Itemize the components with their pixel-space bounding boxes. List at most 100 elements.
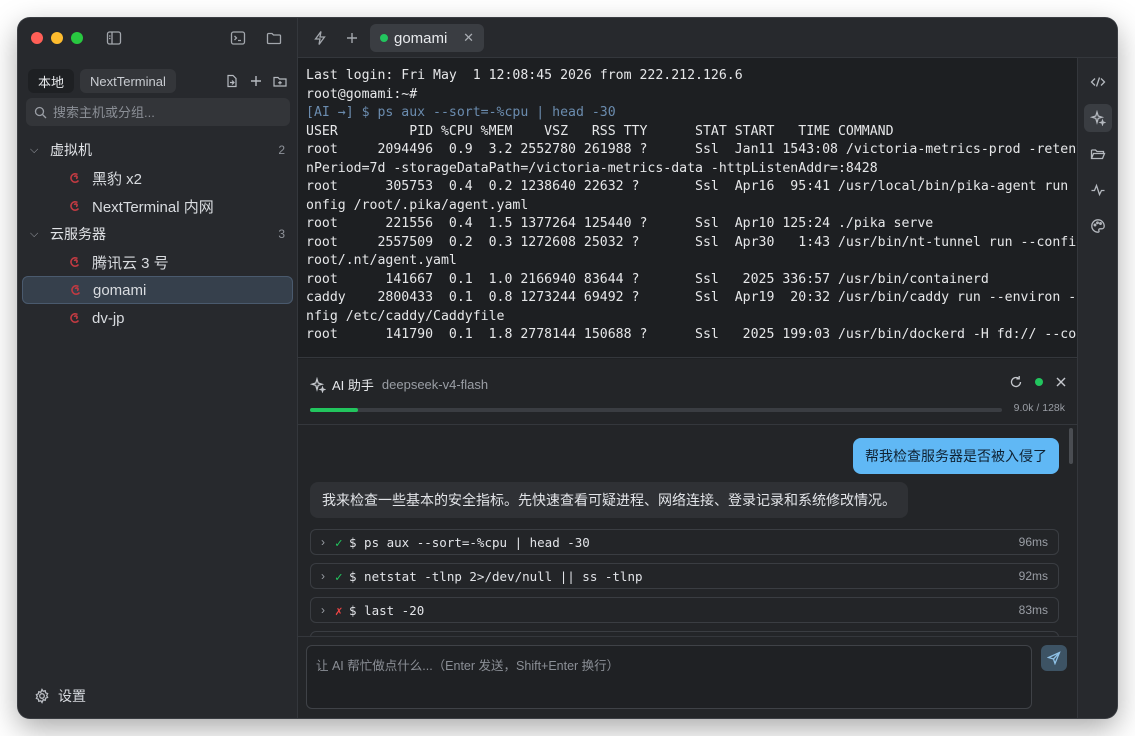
group-vm[interactable]: ⌵ 虚拟机 2 bbox=[18, 136, 297, 164]
sidebar-tabs: 本地 NextTerminal bbox=[28, 68, 287, 94]
command-text: $ netstat -tlnp 2>/dev/null || ss -tlnp bbox=[349, 568, 643, 584]
ai-prompt-input[interactable] bbox=[306, 645, 1032, 709]
host-label: 腾讯云 3 号 bbox=[92, 254, 169, 272]
send-button[interactable] bbox=[1041, 645, 1067, 671]
add-folder-icon[interactable] bbox=[273, 74, 287, 88]
group-count: 3 bbox=[278, 227, 285, 241]
terminal-line: root/.nt/agent.yaml bbox=[306, 253, 457, 268]
close-tab-icon[interactable]: ✕ bbox=[463, 30, 474, 46]
close-panel-icon[interactable] bbox=[1055, 376, 1067, 388]
settings-button[interactable]: 设置 bbox=[34, 686, 86, 706]
search-icon bbox=[34, 106, 47, 119]
terminal-line: Last login: Fri May 1 12:08:45 2026 from… bbox=[306, 68, 743, 83]
sidebar: 本地 NextTerminal ⌵ bbox=[18, 18, 298, 718]
maximize-window-button[interactable] bbox=[71, 32, 83, 44]
settings-label: 设置 bbox=[58, 688, 86, 704]
command-text: $ ps aux --sort=-%cpu | head -30 bbox=[349, 534, 590, 550]
host-search bbox=[26, 98, 290, 126]
group-label: 虚拟机 bbox=[50, 142, 92, 158]
group-label: 云服务器 bbox=[50, 226, 106, 242]
refresh-icon[interactable] bbox=[1009, 375, 1023, 389]
sidebar-toggle-icon[interactable] bbox=[104, 28, 124, 48]
host-label: dv-jp bbox=[92, 309, 125, 327]
window-controls bbox=[31, 32, 83, 44]
tab-local[interactable]: 本地 bbox=[28, 69, 75, 93]
terminal-line: root 305753 0.4 0.2 1238640 22632 ? Ssl … bbox=[306, 179, 1077, 194]
ai-panel-header: AI 助手 deepseek-v4-flash 9.0k / 128k bbox=[298, 359, 1077, 425]
close-window-button[interactable] bbox=[31, 32, 43, 44]
tab-bar: gomami ✕ bbox=[298, 18, 1117, 58]
host-item[interactable]: 腾讯云 3 号 bbox=[22, 248, 293, 276]
terminal-line: root@gomami:~# bbox=[306, 86, 418, 102]
ai-sparkle-icon bbox=[310, 376, 326, 393]
send-icon bbox=[1047, 651, 1061, 665]
ai-title: AI 助手 deepseek-v4-flash bbox=[310, 375, 488, 394]
host-label: NextTerminal 内网 bbox=[92, 198, 214, 216]
tab-label: gomami bbox=[394, 29, 448, 47]
debian-icon bbox=[69, 283, 83, 297]
lightning-icon[interactable] bbox=[310, 28, 330, 48]
terminal-line: caddy 2800433 0.1 0.8 1273244 69492 ? Ss… bbox=[306, 290, 1077, 305]
model-name[interactable]: deepseek-v4-flash bbox=[382, 377, 488, 392]
terminal-line: root 221556 0.4 1.5 1377264 125440 ? Ssl… bbox=[306, 216, 934, 231]
chat-scrollbar[interactable] bbox=[1069, 428, 1073, 464]
palette-icon[interactable] bbox=[1084, 212, 1112, 240]
connected-status-dot bbox=[380, 34, 388, 42]
terminal-line: USER PID %CPU %MEM VSZ RSS TTY STAT STAR… bbox=[306, 123, 894, 139]
host-item[interactable]: 黑豹 x2 bbox=[22, 164, 293, 192]
debian-icon bbox=[68, 311, 82, 325]
terminal-output[interactable]: Last login: Fri May 1 12:08:45 2026 from… bbox=[298, 58, 1077, 358]
new-tab-icon[interactable] bbox=[342, 28, 362, 48]
ai-assistant-panel: AI 助手 deepseek-v4-flash 9.0k / 128k 帮我检查… bbox=[298, 359, 1077, 718]
debian-icon bbox=[68, 199, 82, 213]
failure-x-icon: ✗ bbox=[335, 602, 343, 618]
host-item[interactable]: NextTerminal 内网 bbox=[22, 192, 293, 220]
ai-sparkle-icon[interactable] bbox=[1084, 104, 1112, 132]
terminal-icon[interactable] bbox=[228, 28, 248, 48]
user-message: 帮我检查服务器是否被入侵了 bbox=[853, 438, 1059, 474]
command-duration: 92ms bbox=[1018, 569, 1048, 583]
ai-title-label: AI 助手 bbox=[332, 378, 374, 393]
terminal-line: root 141667 0.1 1.0 2166940 83644 ? Ssl … bbox=[306, 271, 989, 287]
chevron-right-icon: › bbox=[321, 535, 325, 549]
debian-icon bbox=[68, 255, 82, 269]
host-item[interactable]: dv-jp bbox=[22, 304, 293, 332]
search-input[interactable] bbox=[53, 104, 273, 120]
ai-composer bbox=[298, 636, 1077, 718]
debian-icon bbox=[68, 171, 82, 185]
host-tree: ⌵ 虚拟机 2 黑豹 x2 NextTerminal 内网 ⌵ 云服务器 3 腾… bbox=[18, 136, 297, 332]
minimize-window-button[interactable] bbox=[51, 32, 63, 44]
terminal-line: nPeriod=7d -storageDataPath=/victoria-me… bbox=[306, 160, 878, 176]
folder-icon[interactable] bbox=[264, 28, 284, 48]
group-cloud[interactable]: ⌵ 云服务器 3 bbox=[18, 220, 297, 248]
ai-panel-controls bbox=[1009, 375, 1067, 389]
code-icon[interactable] bbox=[1084, 68, 1112, 96]
command-result-row[interactable]: › ✗ $ last -20 83ms bbox=[310, 597, 1059, 623]
terminal-line: nfig /etc/caddy/Caddyfile bbox=[306, 308, 505, 324]
group-count: 2 bbox=[278, 143, 285, 157]
sidebar-actions bbox=[225, 74, 287, 88]
command-result-row[interactable]: › ✓ $ ps aux --sort=-%cpu | head -30 96m… bbox=[310, 529, 1059, 555]
command-result-row[interactable]: › ✓ $ netstat -tlnp 2>/dev/null || ss -t… bbox=[310, 563, 1059, 589]
success-check-icon: ✓ bbox=[335, 568, 343, 584]
host-label: 黑豹 x2 bbox=[92, 170, 143, 188]
context-usage-fill bbox=[310, 408, 359, 412]
gear-icon bbox=[34, 688, 50, 704]
online-status-dot bbox=[1035, 378, 1043, 386]
chevron-right-icon: › bbox=[321, 569, 325, 583]
host-item-selected[interactable]: gomami bbox=[22, 276, 293, 304]
terminal-line: root 2557509 0.2 0.3 1272608 25032 ? Ssl… bbox=[306, 234, 1077, 250]
command-duration: 83ms bbox=[1018, 603, 1048, 617]
folder-open-icon[interactable] bbox=[1084, 140, 1112, 168]
tab-gomami[interactable]: gomami ✕ bbox=[370, 24, 484, 52]
activity-icon[interactable] bbox=[1084, 176, 1112, 204]
app-window: 本地 NextTerminal ⌵ bbox=[18, 18, 1117, 718]
chevron-down-icon: ⌵ bbox=[30, 227, 39, 240]
chevron-right-icon: › bbox=[321, 603, 325, 617]
tab-nextterminal[interactable]: NextTerminal bbox=[80, 69, 176, 93]
chat-history[interactable]: 帮我检查服务器是否被入侵了 我来检查一些基本的安全指标。先快速查看可疑进程、网络… bbox=[298, 426, 1077, 637]
import-icon[interactable] bbox=[225, 74, 239, 88]
add-host-icon[interactable] bbox=[249, 74, 263, 88]
chevron-down-icon: ⌵ bbox=[30, 143, 39, 156]
terminal-line: root 141790 0.1 1.8 2778144 150688 ? Ssl… bbox=[306, 327, 1077, 342]
